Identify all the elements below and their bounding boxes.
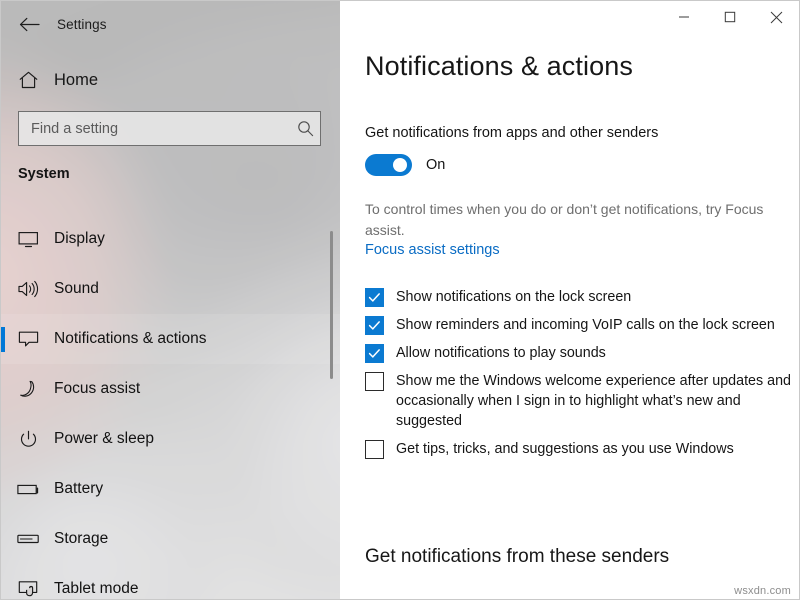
notification-options-list: Show notifications on the lock screen Sh… (365, 287, 795, 467)
sidebar-item-power-sleep-label: Power & sleep (54, 430, 154, 447)
checkbox-label: Show me the Windows welcome experience a… (396, 373, 791, 429)
sidebar-item-focus-assist[interactable]: Focus assist (1, 364, 340, 414)
search-input[interactable] (19, 120, 290, 137)
sidebar-item-battery[interactable]: Battery (1, 464, 340, 514)
maximize-icon[interactable] (707, 1, 753, 33)
chat-bubble-icon (15, 330, 41, 348)
checkbox-label: Get tips, tricks, and suggestions as you… (396, 441, 734, 457)
tablet-icon (15, 580, 41, 598)
checkbox-label: Show reminders and incoming VoIP calls o… (396, 317, 775, 333)
checkbox-row-reminders-voip[interactable]: Show reminders and incoming VoIP calls o… (365, 315, 795, 335)
watermark: wsxdn.com (734, 585, 791, 597)
notifications-toggle-switch[interactable] (365, 154, 412, 176)
focus-assist-settings-link[interactable]: Focus assist settings (365, 242, 500, 258)
checkbox-row-welcome-experience[interactable]: Show me the Windows welcome experience a… (365, 371, 795, 431)
search-box[interactable] (18, 111, 321, 146)
checkbox-row-tips-tricks[interactable]: Get tips, tricks, and suggestions as you… (365, 439, 795, 459)
sidebar-nav-list: Display Sound Notifications & actions Fo… (1, 214, 340, 599)
notifications-toggle-row: On (365, 154, 445, 176)
close-icon[interactable] (753, 1, 799, 33)
settings-window: Settings Home System (0, 0, 800, 600)
sidebar-item-notifications-actions-label: Notifications & actions (54, 330, 207, 347)
sidebar-item-display-label: Display (54, 230, 105, 247)
titlebar: Settings (1, 8, 340, 40)
window-caption-buttons (661, 1, 799, 33)
app-title: Settings (57, 16, 107, 32)
checkbox-label: Show notifications on the lock screen (396, 289, 632, 305)
home-icon (15, 71, 41, 89)
checkbox-reminders-voip[interactable] (365, 316, 384, 335)
sidebar: Settings Home System (1, 1, 340, 599)
speaker-icon (15, 280, 41, 298)
minimize-icon[interactable] (661, 1, 707, 33)
moon-icon (15, 380, 41, 399)
back-arrow-icon[interactable] (9, 9, 49, 39)
focus-assist-description: To control times when you do or don’t ge… (365, 201, 764, 238)
checkbox-lock-screen-notifications[interactable] (365, 288, 384, 307)
battery-icon (15, 483, 41, 496)
page-title: Notifications & actions (365, 51, 633, 81)
sidebar-item-home[interactable]: Home (1, 63, 321, 97)
power-icon (15, 430, 41, 449)
checkbox-row-lock-screen-notifications[interactable]: Show notifications on the lock screen (365, 287, 795, 307)
monitor-icon (15, 231, 41, 248)
drive-icon (15, 533, 41, 545)
sidebar-item-notifications-actions[interactable]: Notifications & actions (1, 314, 340, 364)
sidebar-item-storage[interactable]: Storage (1, 514, 340, 564)
toggle-knob (393, 158, 407, 172)
sidebar-item-tablet-mode[interactable]: Tablet mode (1, 564, 340, 599)
sidebar-scrollbar[interactable] (328, 214, 336, 599)
sidebar-item-power-sleep[interactable]: Power & sleep (1, 414, 340, 464)
selection-indicator (1, 327, 5, 352)
sidebar-section-header: System (18, 166, 70, 182)
checkbox-tips-tricks[interactable] (365, 440, 384, 459)
checkbox-label: Allow notifications to play sounds (396, 345, 606, 361)
sidebar-item-home-label: Home (54, 70, 99, 89)
sidebar-item-battery-label: Battery (54, 480, 104, 497)
sidebar-item-display[interactable]: Display (1, 214, 340, 264)
sidebar-item-focus-assist-label: Focus assist (54, 380, 141, 397)
notifications-toggle-state: On (426, 157, 446, 173)
search-icon[interactable] (290, 120, 320, 137)
checkbox-row-play-sounds[interactable]: Allow notifications to play sounds (365, 343, 795, 363)
notifications-toggle-label: Get notifications from apps and other se… (365, 125, 659, 141)
main-content: Notifications & actions Get notification… (340, 1, 799, 599)
checkbox-welcome-experience[interactable] (365, 372, 384, 391)
sidebar-scrollbar-thumb[interactable] (330, 231, 333, 379)
sidebar-item-tablet-mode-label: Tablet mode (54, 580, 139, 597)
sidebar-item-storage-label: Storage (54, 530, 109, 547)
sidebar-item-sound-label: Sound (54, 280, 99, 297)
checkbox-play-sounds[interactable] (365, 344, 384, 363)
senders-section-title: Get notifications from these senders (365, 546, 670, 567)
sidebar-item-sound[interactable]: Sound (1, 264, 340, 314)
